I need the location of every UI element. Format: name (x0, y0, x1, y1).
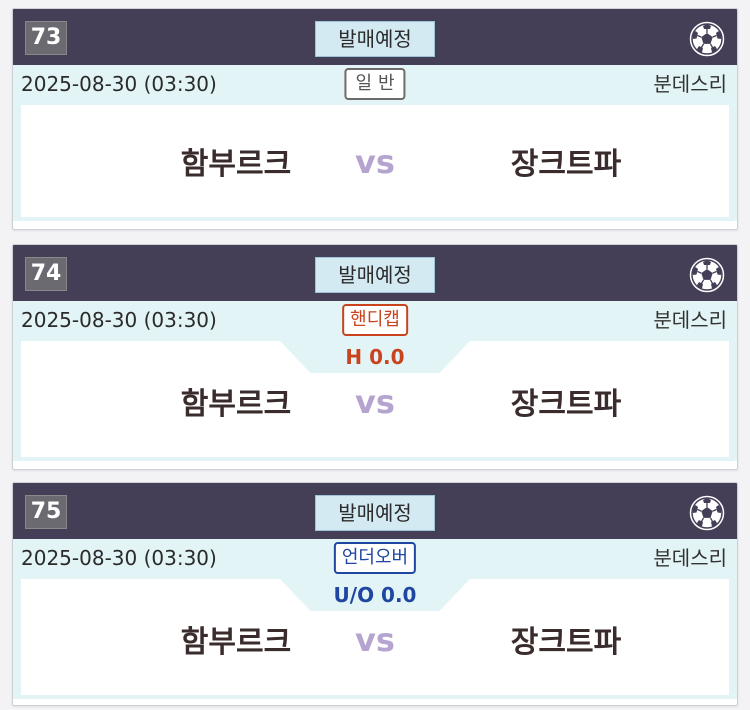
league-name: 분데스리 (653, 546, 727, 570)
match-area: U/O 0.0 함부르크 vs 장크트파 (13, 577, 737, 699)
teams-panel: U/O 0.0 함부르크 vs 장크트파 (21, 579, 729, 695)
match-number-badge: 75 (25, 495, 67, 529)
vs-label: vs (355, 143, 395, 181)
league-name: 분데스리 (653, 308, 727, 332)
bet-type-tag: 핸디캡 (342, 304, 408, 336)
league-name: 분데스리 (653, 72, 727, 96)
handicap-value: H 0.0 (345, 345, 405, 369)
sale-status-badge: 발매예정 (315, 21, 435, 57)
match-info-row: 2025-08-30 (03:30) 언더오버 분데스리 (13, 539, 737, 577)
match-area: H 0.0 함부르크 vs 장크트파 (13, 339, 737, 461)
away-team[interactable]: 장크트파 (401, 139, 731, 183)
teams-panel: H 0.0 함부르크 vs 장크트파 (21, 341, 729, 457)
handicap-notch: H 0.0 (280, 341, 470, 373)
teams-panel: 함부르크 vs 장크트파 (21, 105, 729, 217)
bet-type-tag: 일반 (344, 68, 406, 100)
match-datetime: 2025-08-30 (03:30) (21, 308, 217, 332)
soccer-ball-icon (689, 495, 725, 531)
soccer-ball-icon (689, 21, 725, 57)
match-datetime: 2025-08-30 (03:30) (21, 72, 217, 96)
match-number-badge: 73 (25, 21, 67, 55)
match-card-73[interactable]: 73 발매예정 2025-08-30 (03:30) 일반 분데스리 함부르크 … (12, 8, 738, 230)
match-card-74[interactable]: 74 발매예정 2025-08-30 (03:30) 핸디캡 분데스리 H 0.… (12, 244, 738, 470)
match-datetime: 2025-08-30 (03:30) (21, 546, 217, 570)
away-team[interactable]: 장크트파 (401, 617, 731, 661)
vs-label: vs (355, 383, 395, 421)
under-over-notch: U/O 0.0 (280, 579, 470, 611)
bet-type-tag: 언더오버 (333, 542, 417, 574)
card-header: 74 발매예정 (13, 245, 737, 301)
card-header: 73 발매예정 (13, 9, 737, 65)
vs-label: vs (355, 621, 395, 659)
under-over-value: U/O 0.0 (333, 583, 417, 607)
soccer-ball-icon (689, 257, 725, 293)
match-area: 함부르크 vs 장크트파 (13, 103, 737, 221)
away-team[interactable]: 장크트파 (401, 379, 731, 423)
card-header: 75 발매예정 (13, 483, 737, 539)
match-number-badge: 74 (25, 257, 67, 291)
match-info-row: 2025-08-30 (03:30) 일반 분데스리 (13, 65, 737, 103)
sale-status-badge: 발매예정 (315, 257, 435, 293)
sale-status-badge: 발매예정 (315, 495, 435, 531)
match-info-row: 2025-08-30 (03:30) 핸디캡 분데스리 (13, 301, 737, 339)
match-card-75[interactable]: 75 발매예정 2025-08-30 (03:30) 언더오버 분데스리 U/O… (12, 482, 738, 706)
